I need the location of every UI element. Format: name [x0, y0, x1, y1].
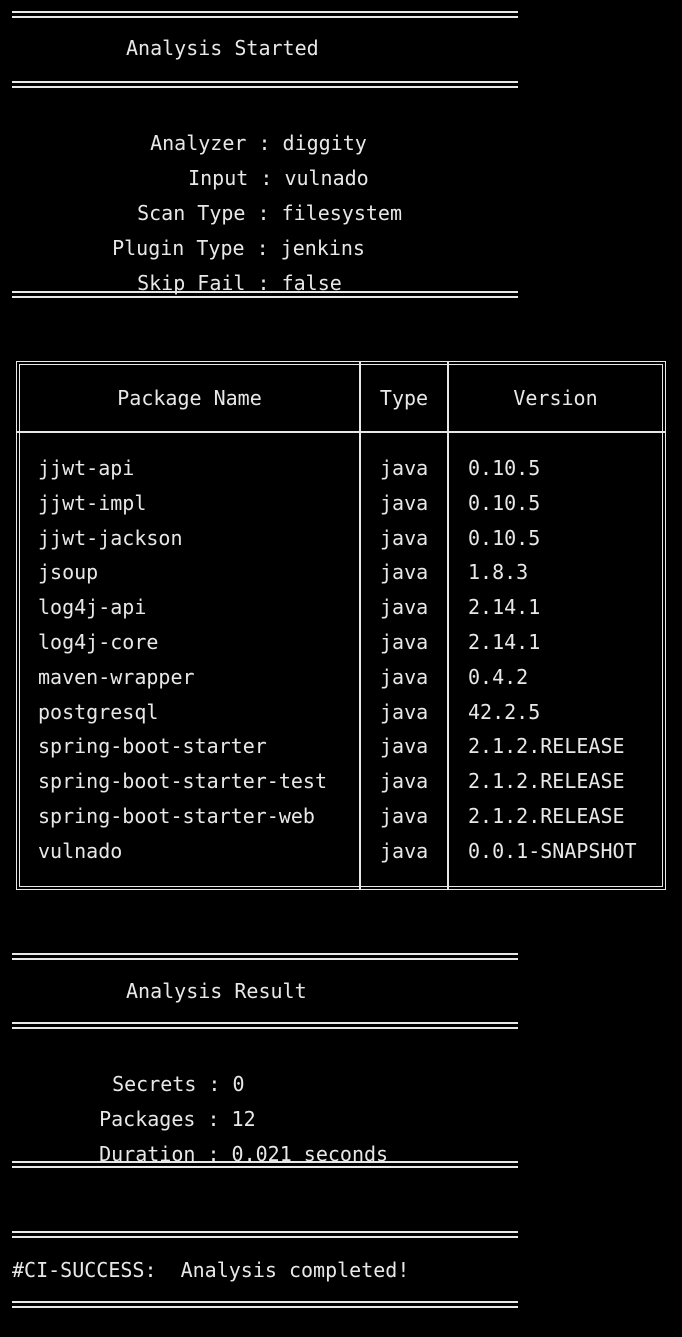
column-divider [447, 361, 449, 890]
header-divider [16, 431, 666, 433]
separator-top [12, 11, 518, 18]
separator [12, 1231, 518, 1238]
separator [12, 291, 518, 298]
header-version: Version [513, 386, 598, 410]
package-name-cell: jjwt-impl [38, 490, 147, 515]
field-packages: Packages : 12 [99, 1107, 256, 1131]
package-name-cell: spring-boot-starter-test [38, 769, 327, 794]
package-version-cell: 0.10.5 [468, 525, 541, 550]
field-scan-type: Scan Type : filesystem [137, 201, 403, 225]
package-name-cell: spring-boot-starter [38, 734, 267, 759]
separator [12, 953, 518, 960]
ci-success-message: #CI-SUCCESS: Analysis completed! [12, 1258, 410, 1282]
package-name-cell: vulnado [38, 838, 123, 863]
package-version-cell: 2.14.1 [468, 595, 541, 620]
package-version-cell: 0.4.2 [468, 664, 529, 689]
package-version-cell: 42.2.5 [468, 699, 541, 724]
field-analyzer: Analyzer : diggity [150, 131, 367, 155]
package-version-cell: 0.0.1-SNAPSHOT [468, 838, 637, 863]
package-type-cell: java [380, 630, 429, 654]
package-type-cell: java [380, 560, 429, 585]
package-version-cell: 2.1.2.RELEASE [468, 804, 625, 828]
package-name-cell: jjwt-jackson [38, 525, 183, 550]
field-plugin-type: Plugin Type : jenkins [112, 236, 365, 260]
header-type: Type [379, 386, 429, 410]
package-version-cell: 1.8.3 [468, 560, 529, 585]
package-type-cell: java [380, 456, 429, 480]
package-type-cell: java [380, 595, 429, 620]
field-input: Input : vulnado [188, 166, 369, 190]
package-version-cell: 2.14.1 [468, 630, 541, 654]
package-version-cell: 2.1.2.RELEASE [468, 769, 625, 794]
package-name-cell: spring-boot-starter-web [38, 804, 315, 828]
package-table: Package Name Type Version jjwt-api java 0.… [16, 361, 666, 890]
package-name-cell: log4j-api [38, 595, 147, 620]
field-duration: Duration : 0.021 seconds [99, 1142, 389, 1166]
package-name-cell: log4j-core [38, 630, 159, 654]
package-version-cell: 2.1.2.RELEASE [468, 734, 625, 759]
package-version-cell: 0.10.5 [468, 490, 541, 515]
field-skip-fail: Skip Fail : false [137, 271, 342, 295]
analysis-started-title: Analysis Started [126, 36, 319, 60]
package-type-cell: java [380, 525, 429, 550]
package-name-cell: jjwt-api [38, 456, 135, 480]
package-name-cell: maven-wrapper [38, 664, 195, 689]
package-type-cell: java [380, 804, 429, 828]
package-type-cell: java [380, 769, 429, 794]
header-package-name: Package Name [117, 386, 262, 410]
separator [12, 1161, 518, 1168]
package-type-cell: java [380, 838, 429, 863]
separator [12, 1301, 518, 1308]
package-name-cell: jsoup [38, 560, 99, 585]
package-type-cell: java [380, 699, 429, 724]
package-type-cell: java [380, 490, 429, 515]
package-type-cell: java [380, 664, 429, 689]
separator [12, 1022, 518, 1029]
field-secrets: Secrets : 0 [112, 1072, 245, 1096]
package-type-cell: java [380, 734, 429, 759]
column-divider [359, 361, 361, 890]
package-version-cell: 0.10.5 [468, 456, 541, 480]
analysis-result-title: Analysis Result [126, 979, 307, 1003]
package-name-cell: postgresql [38, 699, 159, 724]
separator [12, 81, 518, 88]
